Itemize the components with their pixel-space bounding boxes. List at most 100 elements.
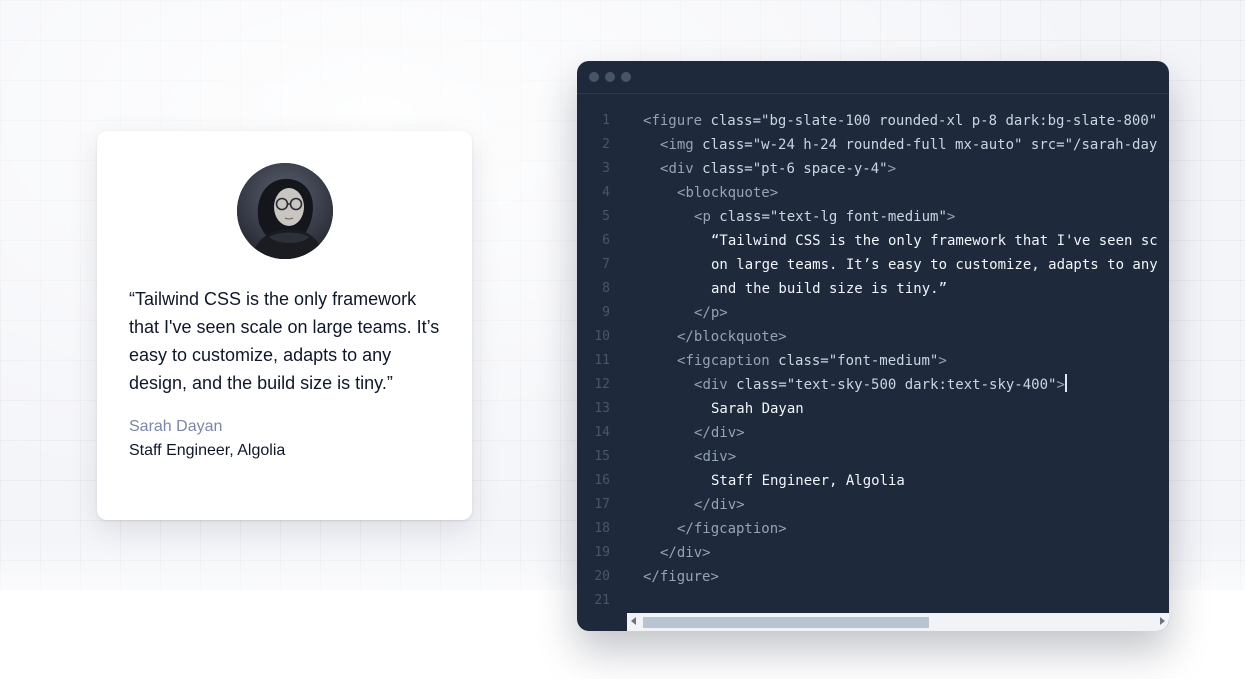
line-number: 19	[594, 545, 610, 560]
code-line[interactable]: 20 </figure>	[577, 565, 1169, 589]
code-line[interactable]: 1 <figure class="bg-slate-100 rounded-xl …	[577, 109, 1169, 133]
testimonial-quote-block: “Tailwind CSS is the only framework that…	[129, 285, 440, 397]
code-token: "font-medium"	[828, 353, 939, 369]
code-token: "/sarah-day	[1064, 137, 1158, 153]
code-line[interactable]: 7 on large teams. It’s easy to customize,…	[577, 253, 1169, 277]
code-token: </	[643, 569, 660, 585]
testimonial-quote: “Tailwind CSS is the only framework that…	[129, 289, 440, 393]
scroll-right-arrow-icon[interactable]	[1160, 617, 1165, 625]
code-token: >	[778, 521, 787, 537]
code-token: >	[887, 161, 897, 177]
code-text: </div>	[694, 493, 745, 517]
code-text: on large teams. It’s easy to customize, …	[711, 253, 1158, 277]
code-token: class=	[702, 161, 753, 177]
line-number: 9	[602, 305, 610, 320]
code-token: >	[778, 329, 787, 345]
code-token: >	[938, 353, 947, 369]
code-token: class=	[719, 209, 770, 225]
testimonial-card: “Tailwind CSS is the only framework that…	[97, 131, 472, 520]
code-token: class=	[702, 137, 753, 153]
code-text: <figcaption class="font-medium">	[677, 349, 947, 373]
code-line[interactable]: 2 <img class="w-24 h-24 rounded-full mx-a…	[577, 133, 1169, 157]
code-line[interactable]: 3 <div class="pt-6 space-y-4">	[577, 157, 1169, 181]
horizontal-scrollbar[interactable]	[627, 613, 1169, 631]
code-token: div	[710, 497, 737, 513]
line-number: 2	[602, 137, 610, 152]
code-text: “Tailwind CSS is the only framework that…	[711, 229, 1158, 253]
code-token: </	[677, 521, 694, 537]
line-number: 14	[594, 425, 610, 440]
line-number: 16	[594, 473, 610, 488]
code-token: figure	[651, 113, 711, 129]
code-token: >	[710, 569, 719, 585]
avatar	[236, 163, 333, 259]
code-line[interactable]: 21	[577, 589, 1169, 613]
window-dot-icon[interactable]	[605, 72, 615, 82]
code-token: </	[694, 425, 711, 441]
code-token: div	[702, 377, 737, 393]
scrollbar-thumb[interactable]	[643, 617, 929, 628]
code-token: class=	[736, 377, 787, 393]
code-token: figcaption	[693, 521, 779, 537]
scroll-left-arrow-icon[interactable]	[631, 617, 636, 625]
window-dot-icon[interactable]	[589, 72, 599, 82]
code-token: src=	[1030, 137, 1065, 153]
code-token: div	[710, 425, 737, 441]
code-token: blockquote	[693, 329, 779, 345]
code-editor-window: 1 <figure class="bg-slate-100 rounded-xl …	[577, 61, 1169, 631]
code-token: >	[946, 209, 956, 225]
code-line[interactable]: 13 Sarah Dayan	[577, 397, 1169, 421]
code-token: figcaption	[685, 353, 779, 369]
code-text: </p>	[694, 301, 728, 325]
window-dot-icon[interactable]	[621, 72, 631, 82]
code-token: "pt-6 space-y-4"	[752, 161, 888, 177]
code-line[interactable]: 11 <figcaption class="font-medium">	[577, 349, 1169, 373]
code-token: div	[702, 449, 728, 465]
line-number: 7	[602, 257, 610, 272]
line-number: 10	[594, 329, 610, 344]
code-token: >	[719, 305, 728, 321]
code-line[interactable]: 9 </p>	[577, 301, 1169, 325]
code-token: "text-sky-500 dark:text-sky-400"	[786, 377, 1057, 393]
line-number: 13	[594, 401, 610, 416]
code-token: >	[736, 497, 745, 513]
code-token: class=	[710, 113, 762, 129]
code-text: <p class="text-lg font-medium">	[694, 205, 955, 229]
code-token: </	[677, 329, 694, 345]
line-number: 17	[594, 497, 610, 512]
code-token: </	[694, 305, 711, 321]
code-token: p	[702, 209, 720, 225]
code-line[interactable]: 10 </blockquote>	[577, 325, 1169, 349]
code-area[interactable]: 1 <figure class="bg-slate-100 rounded-xl …	[577, 109, 1169, 613]
person-name: Sarah Dayan	[129, 418, 223, 435]
code-text: and the build size is tiny.”	[711, 277, 947, 301]
code-line[interactable]: 15 <div>	[577, 445, 1169, 469]
code-text: <div class="text-sky-500 dark:text-sky-4…	[694, 373, 1067, 397]
code-token: >	[1056, 377, 1065, 393]
code-line[interactable]: 8 and the build size is tiny.”	[577, 277, 1169, 301]
code-line[interactable]: 16 Staff Engineer, Algolia	[577, 469, 1169, 493]
code-line[interactable]: 4 <blockquote>	[577, 181, 1169, 205]
code-line[interactable]: 18 </figcaption>	[577, 517, 1169, 541]
code-line[interactable]: 12 <div class="text-sky-500 dark:text-sky…	[577, 373, 1169, 397]
code-token: and the build size is tiny.”	[711, 281, 948, 297]
portrait-photo-icon	[236, 163, 333, 259]
line-number: 1	[602, 113, 610, 128]
code-token: >	[727, 449, 737, 465]
code-line[interactable]: 5 <p class="text-lg font-medium">	[577, 205, 1169, 229]
code-line[interactable]: 19 </div>	[577, 541, 1169, 565]
code-text: </div>	[694, 421, 745, 445]
line-number: 12	[594, 377, 610, 392]
line-number: 15	[594, 449, 610, 464]
code-token: "w-24 h-24 rounded-full mx-auto"	[752, 137, 1031, 153]
code-token: "bg-slate-100 rounded-xl p-8 dark:bg-sla…	[761, 113, 1158, 129]
code-line[interactable]: 6 “Tailwind CSS is the only framework tha…	[577, 229, 1169, 253]
code-token: >	[702, 545, 711, 561]
code-line[interactable]: 17 </div>	[577, 493, 1169, 517]
line-number: 21	[594, 593, 610, 608]
code-line[interactable]: 14 </div>	[577, 421, 1169, 445]
code-token: div	[668, 161, 703, 177]
code-token: div	[676, 545, 703, 561]
text-cursor	[1064, 374, 1067, 392]
code-token: img	[668, 137, 703, 153]
